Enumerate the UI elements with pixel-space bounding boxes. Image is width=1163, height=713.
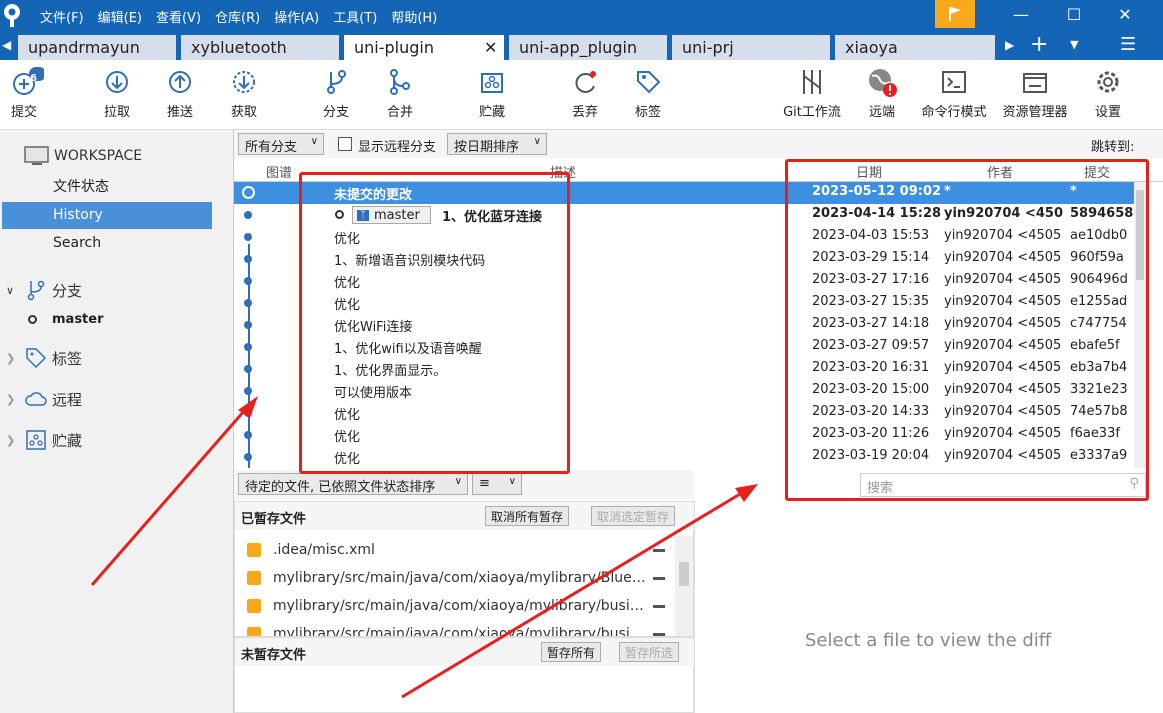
annotation-arrow-right bbox=[401, 492, 741, 699]
annotation-arrows bbox=[90, 396, 758, 699]
annotation-arrow-left bbox=[90, 409, 247, 586]
annotation-arrowhead-right bbox=[735, 484, 758, 502]
